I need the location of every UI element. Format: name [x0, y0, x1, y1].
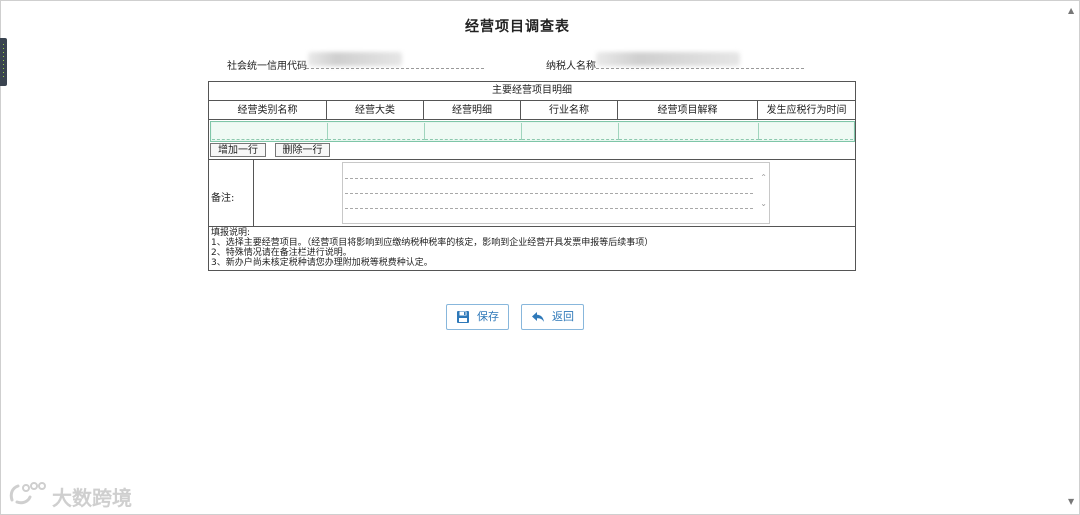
column-header-industry: 行业名称	[521, 101, 618, 120]
instruction-line: 3、新办户尚未核定税种请您办理附加税等税费种认定。	[211, 258, 433, 268]
column-header-taxable-time: 发生应税行为时间	[758, 101, 855, 120]
industry-input[interactable]	[522, 123, 619, 140]
credit-code-field[interactable]	[306, 68, 484, 69]
divider	[209, 226, 855, 227]
watermark-logo-icon	[9, 482, 46, 505]
remarks-label: 备注:	[211, 193, 235, 204]
category-name-input[interactable]	[212, 123, 328, 140]
watermark-text: 大数跨境	[52, 486, 132, 510]
table-row	[210, 121, 855, 142]
chevron-up-icon[interactable]: ⌃	[760, 173, 767, 182]
page-title: 经营项目调查表	[465, 19, 570, 35]
side-panel-handle[interactable]	[0, 38, 7, 86]
taxpayer-name-label: 纳税人名称	[546, 61, 596, 72]
credit-code-value	[308, 52, 402, 66]
taxable-time-input[interactable]	[759, 123, 853, 140]
textarea-line	[345, 193, 753, 194]
credit-code-label: 社会统一信用代码	[227, 61, 307, 72]
column-header-major-category: 经营大类	[327, 101, 424, 120]
detail-select[interactable]	[425, 123, 522, 140]
instruction-line: 1、选择主要经营项目。（经营项目将影响到应缴纳税种税率的核定，影响到企业经营开具…	[211, 238, 654, 248]
explanation-input[interactable]	[619, 123, 759, 140]
page-scrollbar[interactable]: ▲ ▼	[1065, 1, 1079, 512]
section-title: 主要经营项目明细	[209, 82, 855, 101]
save-button[interactable]: 保存	[446, 304, 509, 330]
add-row-button[interactable]: 增加一行	[210, 143, 266, 157]
instructions: 填报说明: 1、选择主要经营项目。（经营项目将影响到应缴纳税种税率的核定，影响到…	[211, 228, 851, 268]
back-label: 返回	[552, 310, 574, 323]
floppy-disk-icon	[457, 311, 469, 323]
save-label: 保存	[477, 310, 499, 323]
taxpayer-name-field[interactable]	[596, 68, 804, 69]
delete-row-button[interactable]: 删除一行	[275, 143, 330, 157]
chevron-down-icon[interactable]: ⌄	[760, 199, 767, 208]
column-header-category-name: 经营类别名称	[209, 101, 327, 120]
remarks-textarea[interactable]: ⌃ ⌄	[342, 162, 770, 224]
reply-arrow-icon	[532, 312, 544, 322]
taxpayer-name-value	[596, 52, 740, 66]
scroll-up-icon[interactable]: ▲	[1068, 7, 1074, 15]
scroll-down-icon[interactable]: ▼	[1068, 498, 1074, 506]
instructions-heading: 填报说明:	[211, 228, 251, 238]
textarea-line	[345, 208, 753, 209]
textarea-line	[345, 178, 753, 179]
divider	[209, 159, 855, 160]
column-header-explanation: 经营项目解释	[618, 101, 758, 120]
column-header-detail: 经营明细	[424, 101, 521, 120]
business-items-form: 主要经营项目明细 经营类别名称 经营大类 经营明细 行业名称 经营项目解释 发生…	[208, 81, 856, 271]
back-button[interactable]: 返回	[521, 304, 584, 330]
major-category-select[interactable]	[328, 123, 425, 140]
handle-grip-icon	[3, 44, 4, 80]
divider	[253, 159, 254, 226]
instruction-line: 2、特殊情况请在备注栏进行说明。	[211, 248, 352, 258]
